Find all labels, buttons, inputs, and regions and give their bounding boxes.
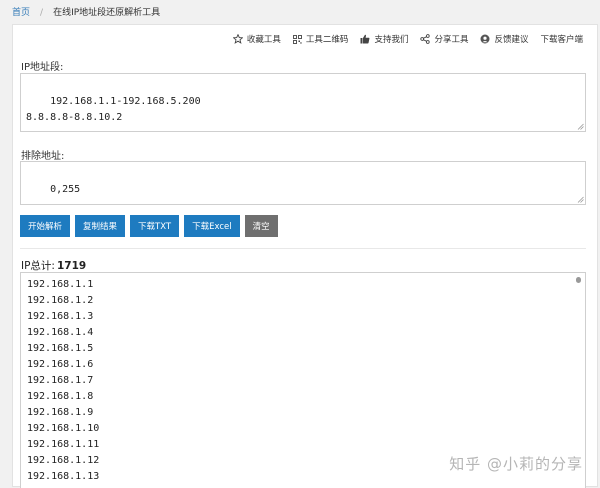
breadcrumb-separator: / xyxy=(40,8,44,18)
qrcode-icon xyxy=(292,34,302,44)
tool-actions-toolbar: 收藏工具 工具二维码 支持我们 分享工具 反馈建议 下载客户端 xyxy=(221,31,583,47)
scrollbar-thumb[interactable] xyxy=(576,277,581,283)
result-line: 192.168.1.9 xyxy=(27,407,94,418)
download-excel-button[interactable]: 下载Excel xyxy=(184,215,240,237)
exclude-address-value: 0,255 xyxy=(50,184,81,195)
result-line: 192.168.1.8 xyxy=(27,391,94,402)
resize-grip-icon[interactable] xyxy=(577,123,584,130)
qrcode-button[interactable]: 工具二维码 xyxy=(292,33,349,45)
section-divider xyxy=(20,248,586,249)
thumbs-up-icon xyxy=(360,34,370,44)
breadcrumb-home-link[interactable]: 首页 xyxy=(12,6,30,20)
favorite-tool-label: 收藏工具 xyxy=(246,35,281,45)
favorite-tool-button[interactable]: 收藏工具 xyxy=(232,33,281,45)
result-line: 192.168.1.6 xyxy=(27,359,94,370)
result-line: 192.168.1.10 xyxy=(27,423,100,434)
ip-range-label: IP地址段: xyxy=(21,62,64,73)
share-tool-label: 分享工具 xyxy=(434,35,469,45)
clear-button[interactable]: 清空 xyxy=(244,215,278,237)
download-client-label: 下载客户端 xyxy=(540,35,583,45)
result-line: 192.168.1.11 xyxy=(27,439,100,450)
download-txt-button[interactable]: 下载TXT xyxy=(130,215,180,237)
support-us-button[interactable]: 支持我们 xyxy=(360,33,408,45)
qrcode-label: 工具二维码 xyxy=(305,35,349,45)
action-buttons: 开始解析 复制结果 下载TXT 下载Excel 清空 xyxy=(20,215,278,237)
result-line: 192.168.1.3 xyxy=(27,311,94,322)
copy-result-button[interactable]: 复制结果 xyxy=(75,215,126,237)
feedback-icon xyxy=(480,34,490,44)
star-icon xyxy=(232,34,243,44)
result-line: 192.168.1.1 xyxy=(27,279,94,290)
feedback-button[interactable]: 反馈建议 xyxy=(480,33,528,45)
ip-total: IP总计: 1719 xyxy=(21,258,86,273)
share-tool-button[interactable]: 分享工具 xyxy=(420,33,468,45)
ip-range-input[interactable]: 192.168.1.1-192.168.5.200 8.8.8.8-8.8.10… xyxy=(20,73,586,132)
start-parse-button[interactable]: 开始解析 xyxy=(20,215,71,237)
share-icon xyxy=(420,34,431,44)
watermark: 知乎 @小莉的分享 xyxy=(449,455,583,473)
tool-panel: 收藏工具 工具二维码 支持我们 分享工具 反馈建议 下载客户端 IP地址段: 1… xyxy=(12,24,598,488)
exclude-address-label: 排除地址: xyxy=(21,151,65,162)
download-client-link[interactable]: 下载客户端 xyxy=(540,33,583,45)
result-line: 192.168.1.7 xyxy=(27,375,94,386)
result-line: 192.168.1.2 xyxy=(27,295,94,306)
support-us-label: 支持我们 xyxy=(374,35,409,45)
result-line: 192.168.1.4 xyxy=(27,327,94,338)
exclude-address-input[interactable]: 0,255 xyxy=(20,161,586,205)
breadcrumb-current: 在线IP地址段还原解析工具 xyxy=(53,8,161,18)
breadcrumb: 首页 / 在线IP地址段还原解析工具 xyxy=(12,6,160,20)
resize-grip-icon[interactable] xyxy=(577,196,584,203)
feedback-label: 反馈建议 xyxy=(494,35,529,45)
result-line: 192.168.1.5 xyxy=(27,343,94,354)
ip-range-value: 192.168.1.1-192.168.5.200 8.8.8.8-8.8.10… xyxy=(26,96,201,123)
ip-total-count: 1719 xyxy=(56,260,87,272)
ip-total-label: IP总计: xyxy=(21,260,55,272)
